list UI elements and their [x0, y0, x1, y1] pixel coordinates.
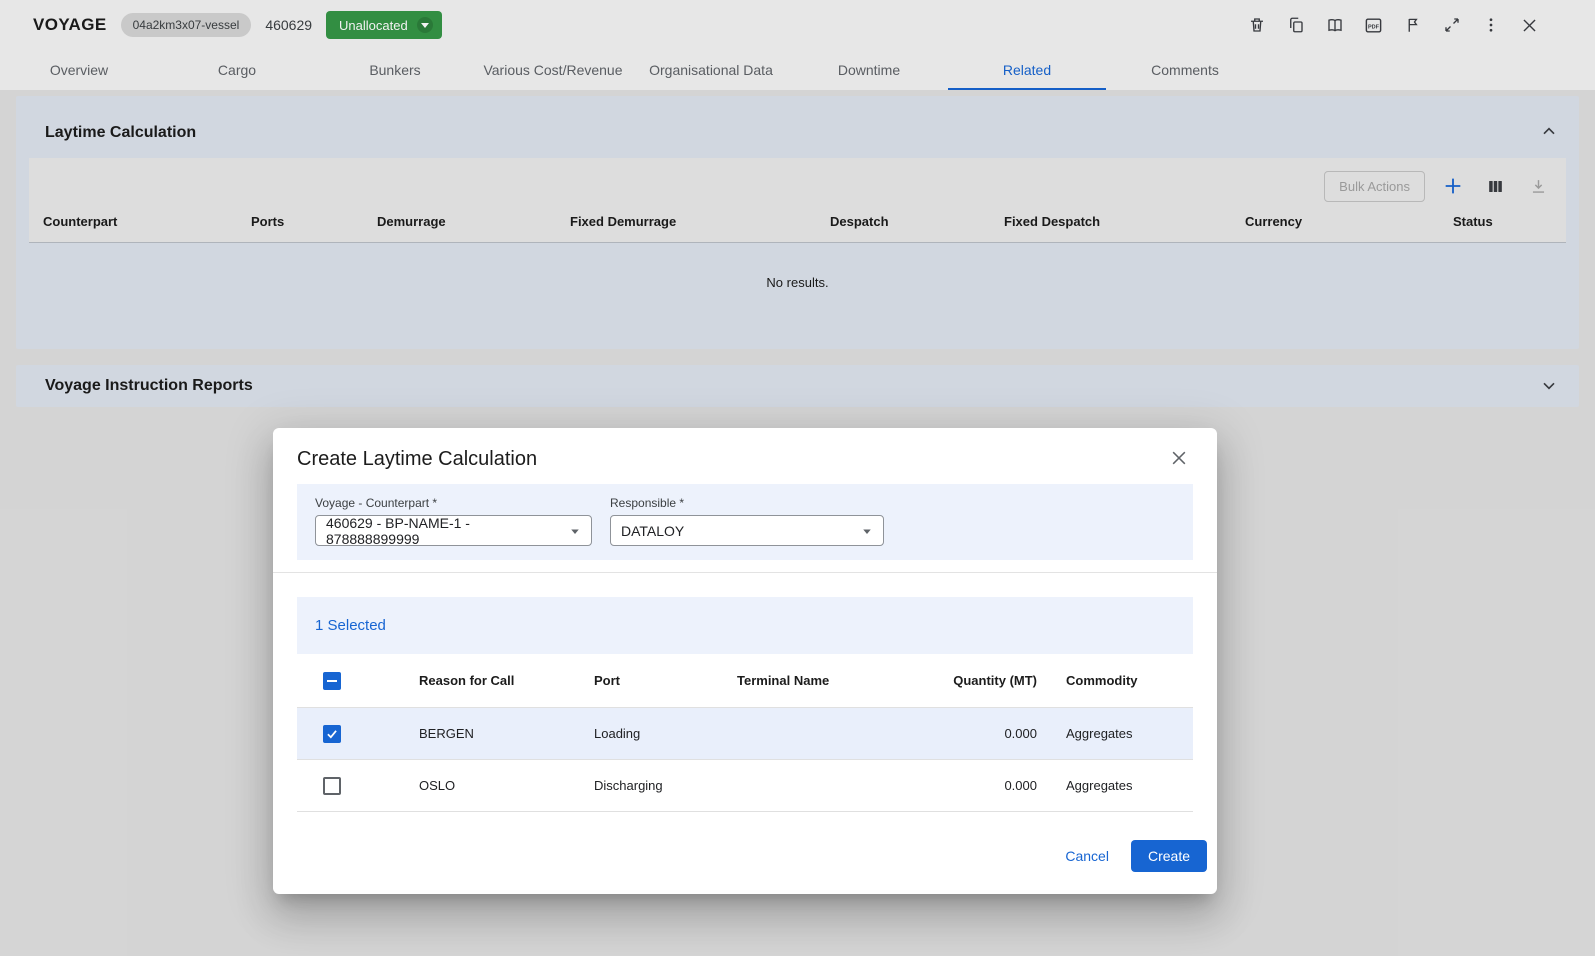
responsible-select[interactable]: DATALOY [610, 515, 884, 546]
create-laytime-dialog: Create Laytime Calculation Voyage - Coun… [273, 428, 1217, 894]
table-row[interactable]: OSLO Discharging 0.000 Aggregates [297, 760, 1193, 812]
voyage-counterpart-label: Voyage - Counterpart * [315, 496, 592, 510]
voyage-counterpart-select[interactable]: 460629 - BP-NAME-1 - 878888899999 [315, 515, 592, 546]
dialog-title: Create Laytime Calculation [297, 448, 537, 471]
cell-reason-for-call: BERGEN [419, 726, 594, 741]
divider [273, 572, 1217, 573]
voyage-counterpart-field: Voyage - Counterpart * 460629 - BP-NAME-… [315, 496, 592, 546]
create-button[interactable]: Create [1131, 840, 1207, 872]
selection-table-header: Reason for Call Port Terminal Name Quant… [297, 654, 1193, 708]
dropdown-arrow-icon [858, 522, 876, 540]
row-checkbox[interactable] [323, 725, 341, 743]
port-call-selection: 1 Selected Reason for Call Port Terminal… [297, 597, 1193, 812]
column-header-port: Port [594, 673, 737, 688]
select-all-checkbox[interactable] [323, 672, 341, 690]
cell-reason-for-call: OSLO [419, 778, 594, 793]
voyage-counterpart-value: 460629 - BP-NAME-1 - 878888899999 [326, 515, 566, 547]
dropdown-arrow-icon [566, 522, 584, 540]
column-header-quantity: Quantity (MT) [937, 673, 1037, 688]
column-header-reason-for-call: Reason for Call [419, 673, 594, 688]
cell-quantity: 0.000 [937, 726, 1037, 741]
table-row[interactable]: BERGEN Loading 0.000 Aggregates [297, 708, 1193, 760]
dialog-close-button[interactable] [1165, 445, 1193, 473]
dialog-form-section: Voyage - Counterpart * 460629 - BP-NAME-… [297, 484, 1193, 560]
column-header-terminal-name: Terminal Name [737, 673, 937, 688]
column-header-commodity: Commodity [1037, 673, 1193, 688]
responsible-field: Responsible * DATALOY [610, 496, 884, 546]
close-icon [1169, 448, 1189, 471]
row-checkbox[interactable] [323, 777, 341, 795]
cancel-button[interactable]: Cancel [1053, 840, 1121, 872]
selection-summary: 1 Selected [297, 597, 1193, 654]
responsible-label: Responsible * [610, 496, 884, 510]
cell-commodity: Aggregates [1037, 778, 1193, 793]
dialog-actions: Cancel Create [273, 812, 1217, 884]
cell-quantity: 0.000 [937, 778, 1037, 793]
responsible-value: DATALOY [621, 523, 684, 539]
cell-port: Discharging [594, 778, 737, 793]
cell-port: Loading [594, 726, 737, 741]
cell-commodity: Aggregates [1037, 726, 1193, 741]
